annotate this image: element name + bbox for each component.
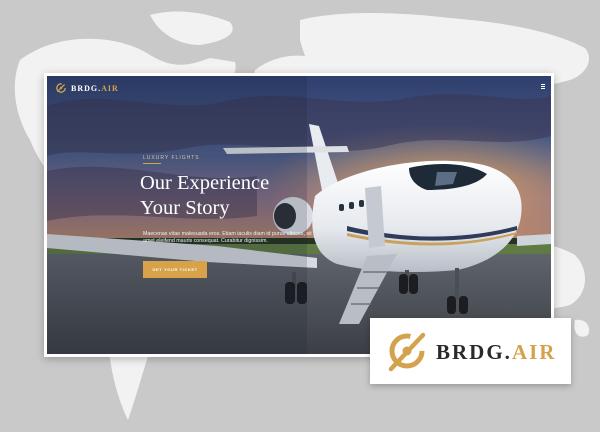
- hero-title-line-2: Your Story: [140, 197, 230, 219]
- compass-plane-icon: [388, 332, 426, 372]
- website-preview-frame: BRDG.AIR LUXURY FLIGHTS Our Experience Y…: [44, 73, 554, 357]
- brand-badge: BRDG.AIR: [370, 318, 571, 384]
- brand-primary-text: BRDG.: [436, 340, 512, 364]
- logo-primary-text: BRDG.: [71, 83, 102, 93]
- brand-accent-text: AIR: [511, 340, 557, 364]
- get-ticket-button[interactable]: GET YOUR TICKET: [143, 261, 207, 278]
- hamburger-icon[interactable]: [541, 84, 545, 90]
- hero-title: Our Experience Your Story: [140, 171, 269, 221]
- site-logo-text: BRDG.AIR: [71, 84, 119, 93]
- compass-plane-icon: [56, 83, 66, 93]
- hero-jet-photo: [47, 76, 551, 354]
- hero-eyebrow: LUXURY FLIGHTS: [143, 155, 200, 161]
- eyebrow-divider: [143, 163, 161, 164]
- site-logo[interactable]: BRDG.AIR: [55, 82, 119, 94]
- logo-accent-text: AIR: [101, 83, 119, 93]
- hero-title-line-1: Our Experience: [140, 172, 270, 194]
- hero-description: Maecenas vitae malesuada eros. Etiam iac…: [143, 231, 312, 244]
- brand-badge-wordmark: BRDG.AIR: [436, 340, 556, 365]
